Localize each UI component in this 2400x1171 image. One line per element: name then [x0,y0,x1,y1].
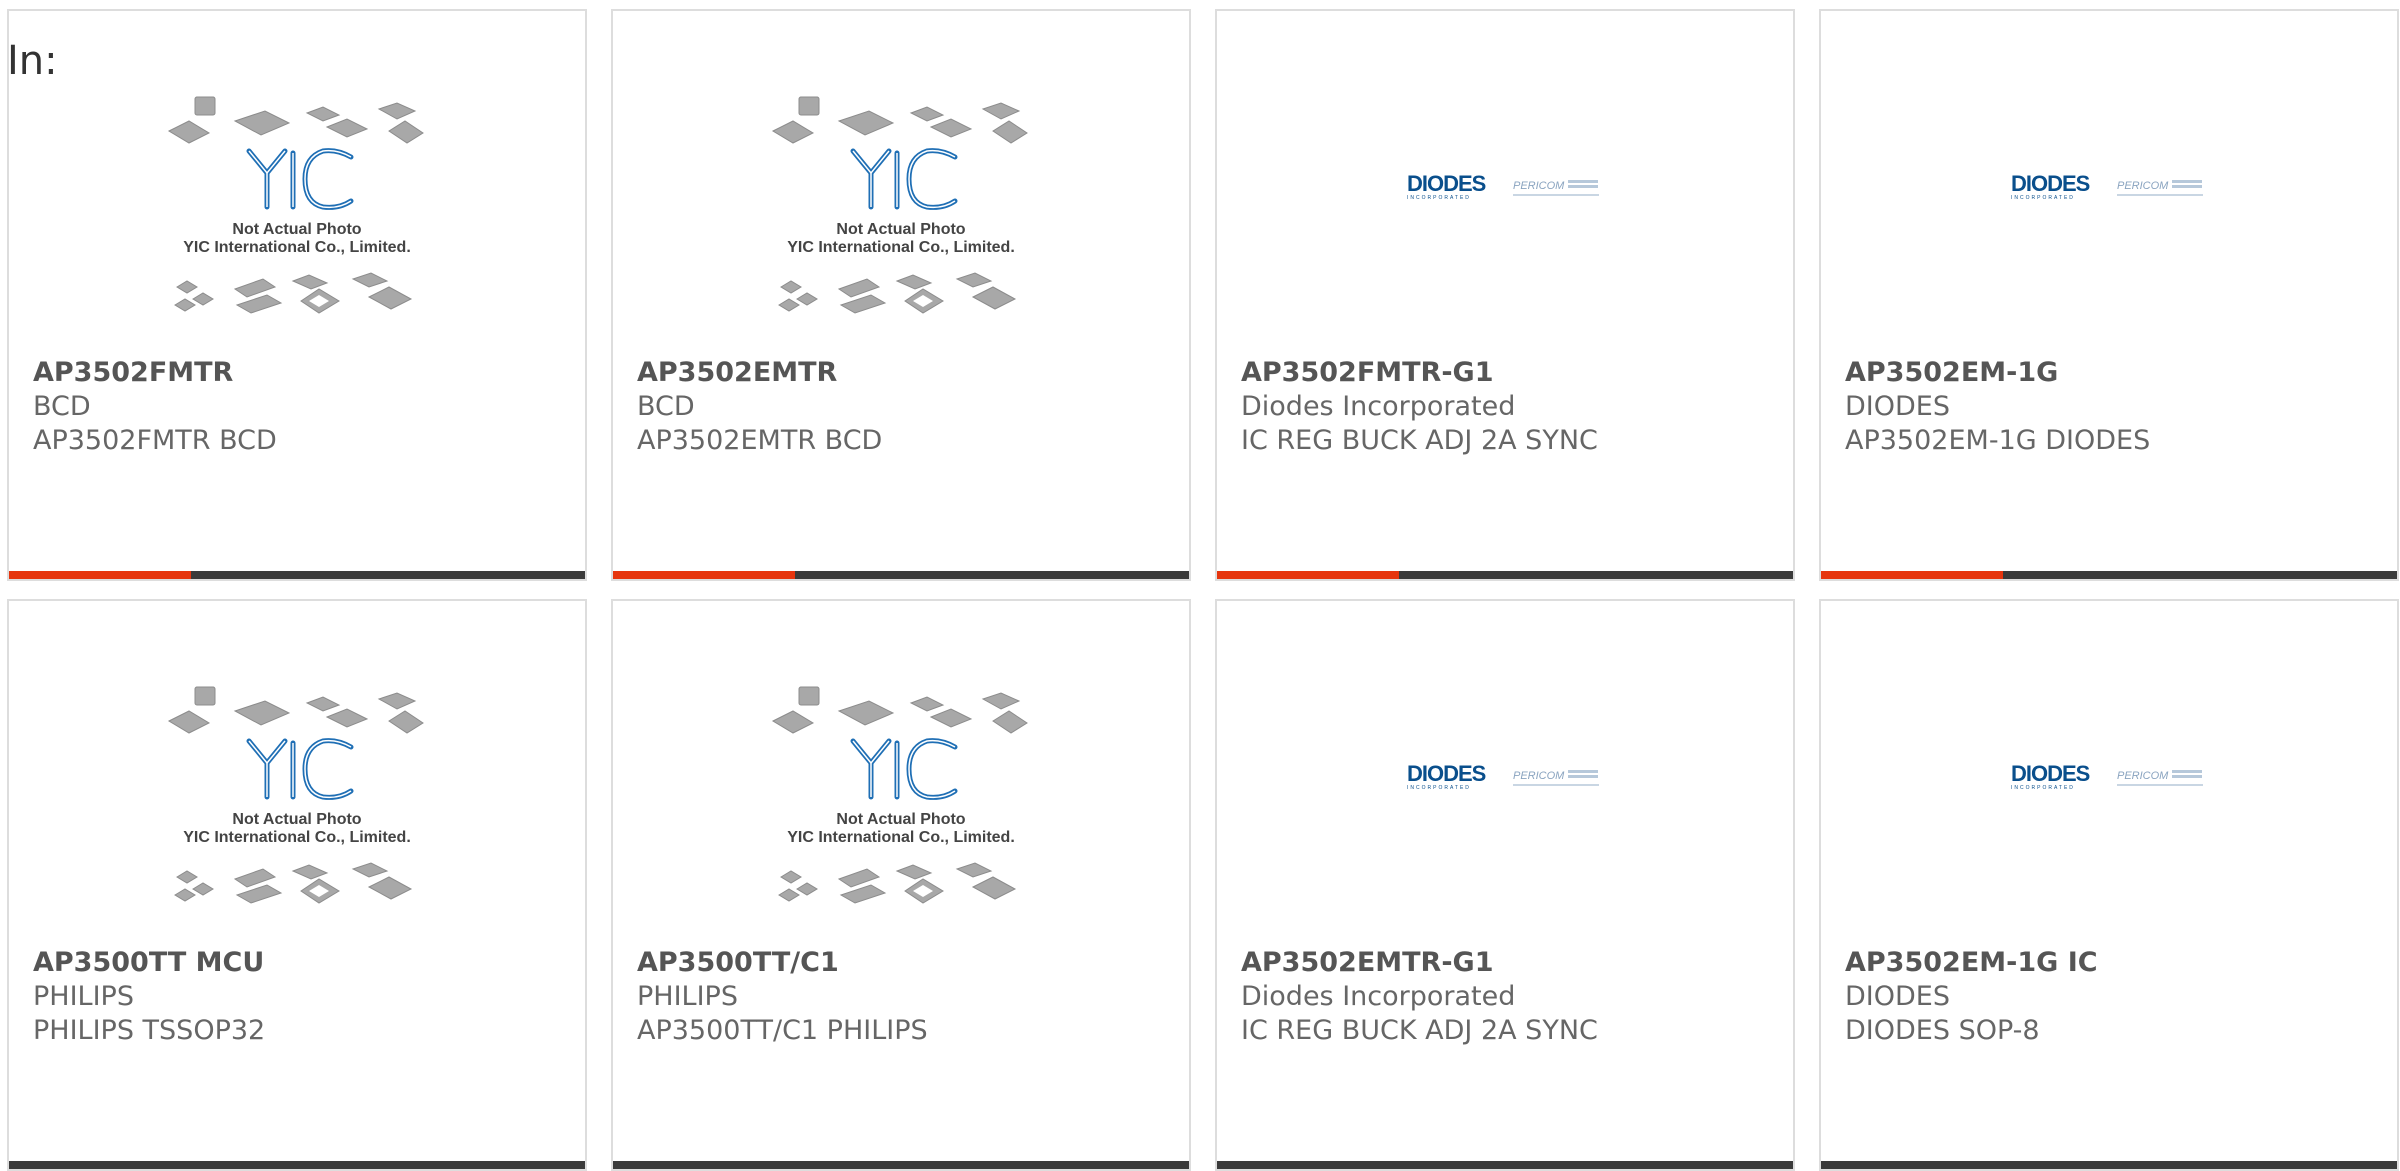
card-footer-bar [1821,571,2397,579]
svg-text:Not Actual Photo: Not Actual Photo [232,221,361,238]
svg-text:PERICOM: PERICOM [1513,180,1565,192]
product-info: AP3502EMTR-G1 Diodes Incorporated IC REG B… [1241,946,1783,1048]
card-accent-bar [9,571,191,579]
svg-text:PERICOM: PERICOM [1513,770,1565,782]
product-manufacturer: DIODES [1845,981,1950,1012]
product-card[interactable]: DIODES INCORPORATED PERICOM AP3502EMTR-G… [1215,599,1795,1171]
product-thumbnail[interactable]: Not Actual Photo YIC International Co., … [613,91,1189,351]
product-description: AP3502EMTR BCD [637,425,883,456]
svg-text:YIC International Co., Limited: YIC International Co., Limited. [787,239,1015,256]
product-card[interactable]: Not Actual Photo YIC International Co., … [611,9,1191,581]
svg-text:INCORPORATED: INCORPORATED [2011,195,2075,201]
product-thumbnail[interactable]: Not Actual Photo YIC International Co., … [9,91,585,351]
product-manufacturer: PHILIPS [33,981,134,1012]
product-info: AP3502FMTR BCD AP3502FMTR BCD [33,356,575,458]
svg-text:YIC International Co., Limited: YIC International Co., Limited. [787,829,1015,846]
product-info: AP3502EM-1G IC DIODES DIODES SOP-8 [1845,946,2387,1048]
card-footer-bar [1217,1161,1793,1169]
yic-placeholder-image: Not Actual Photo YIC International Co., … [167,96,424,314]
product-thumbnail[interactable]: DIODES INCORPORATED PERICOM [1217,91,1793,351]
product-grid: Not Actual Photo YIC International Co., … [7,9,2399,1171]
svg-text:Not Actual Photo: Not Actual Photo [836,811,965,828]
diodes-pericom-logo: DIODES INCORPORATED PERICOM [1407,761,1599,791]
product-description: IC REG BUCK ADJ 2A SYNC [1241,425,1598,456]
svg-text:Not Actual Photo: Not Actual Photo [836,221,965,238]
svg-text:INCORPORATED: INCORPORATED [1407,195,1471,201]
card-accent-bar [1821,571,2003,579]
product-thumbnail[interactable]: DIODES INCORPORATED PERICOM [1821,681,2397,941]
card-footer-bar [613,571,1189,579]
product-part-number[interactable]: AP3500TT MCU [33,946,575,980]
svg-text:PERICOM: PERICOM [2117,770,2169,782]
product-manufacturer: DIODES [1845,391,1950,422]
svg-text:YIC International Co., Limited: YIC International Co., Limited. [183,829,411,846]
diodes-pericom-logo: DIODES INCORPORATED PERICOM [2011,171,2203,201]
diodes-pericom-logo: DIODES INCORPORATED PERICOM [1407,171,1599,201]
product-manufacturer: BCD [33,391,91,422]
svg-text:DIODES: DIODES [2011,761,2090,786]
product-part-number[interactable]: AP3502EM-1G IC [1845,946,2387,980]
card-footer-bar [613,1161,1189,1169]
yic-placeholder-image: Not Actual Photo YIC International Co., … [167,686,424,904]
product-thumbnail[interactable]: DIODES INCORPORATED PERICOM [1821,91,2397,351]
product-thumbnail[interactable]: DIODES INCORPORATED PERICOM [1217,681,1793,941]
product-card[interactable]: DIODES INCORPORATED PERICOM AP3502EM-1G … [1819,599,2399,1171]
product-description: AP3502EM-1G DIODES [1845,425,2151,456]
product-info: AP3500TT/C1 PHILIPS AP3500TT/C1 PHILIPS [637,946,1179,1048]
card-accent-bar [613,571,795,579]
product-thumbnail[interactable]: Not Actual Photo YIC International Co., … [613,681,1189,941]
product-description: AP3502FMTR BCD [33,425,277,456]
svg-text:DIODES: DIODES [1407,171,1486,196]
diodes-pericom-logo: DIODES INCORPORATED PERICOM [2011,761,2203,791]
product-info: AP3502FMTR-G1 Diodes Incorporated IC REG B… [1241,356,1783,458]
svg-text:PERICOM: PERICOM [2117,180,2169,192]
product-description: AP3500TT/C1 PHILIPS [637,1015,928,1046]
product-manufacturer: BCD [637,391,695,422]
product-part-number[interactable]: AP3500TT/C1 [637,946,1179,980]
product-description: DIODES SOP-8 [1845,1015,2040,1046]
product-manufacturer: PHILIPS [637,981,738,1012]
product-part-number[interactable]: AP3502FMTR [33,356,575,390]
product-thumbnail[interactable]: Not Actual Photo YIC International Co., … [9,681,585,941]
svg-text:DIODES: DIODES [1407,761,1486,786]
svg-text:DIODES: DIODES [2011,171,2090,196]
product-part-number[interactable]: AP3502EMTR-G1 [1241,946,1783,980]
product-card[interactable]: DIODES INCORPORATED PERICOM AP3502EM-1G D… [1819,9,2399,581]
card-footer-bar [1821,1161,2397,1169]
product-card[interactable]: Not Actual Photo YIC International Co., … [7,599,587,1171]
svg-text:YIC International Co., Limited: YIC International Co., Limited. [183,239,411,256]
product-manufacturer: Diodes Incorporated [1241,391,1516,422]
product-description: PHILIPS TSSOP32 [33,1015,266,1046]
svg-text:INCORPORATED: INCORPORATED [2011,785,2075,791]
yic-placeholder-image: Not Actual Photo YIC International Co., … [771,96,1028,314]
product-info: AP3502EM-1G DIODES AP3502EM-1G DIODES [1845,356,2387,458]
card-footer-bar [9,1161,585,1169]
product-part-number[interactable]: AP3502FMTR-G1 [1241,356,1783,390]
card-accent-bar [1217,571,1399,579]
product-part-number[interactable]: AP3502EM-1G [1845,356,2387,390]
product-description: IC REG BUCK ADJ 2A SYNC [1241,1015,1598,1046]
product-card[interactable]: Not Actual Photo YIC International Co., … [7,9,587,581]
product-info: AP3500TT MCU PHILIPS PHILIPS TSSOP32 [33,946,575,1048]
product-info: AP3502EMTR BCD AP3502EMTR BCD [637,356,1179,458]
product-manufacturer: Diodes Incorporated [1241,981,1516,1012]
card-footer-bar [9,571,585,579]
card-footer-bar [1217,571,1793,579]
product-part-number[interactable]: AP3502EMTR [637,356,1179,390]
search-in-label: In: [7,38,58,84]
svg-text:Not Actual Photo: Not Actual Photo [232,811,361,828]
product-card[interactable]: Not Actual Photo YIC International Co., … [611,599,1191,1171]
product-card[interactable]: DIODES INCORPORATED PERICOM AP3502FMTR-G… [1215,9,1795,581]
svg-text:INCORPORATED: INCORPORATED [1407,785,1471,791]
yic-placeholder-image: Not Actual Photo YIC International Co., … [771,686,1028,904]
